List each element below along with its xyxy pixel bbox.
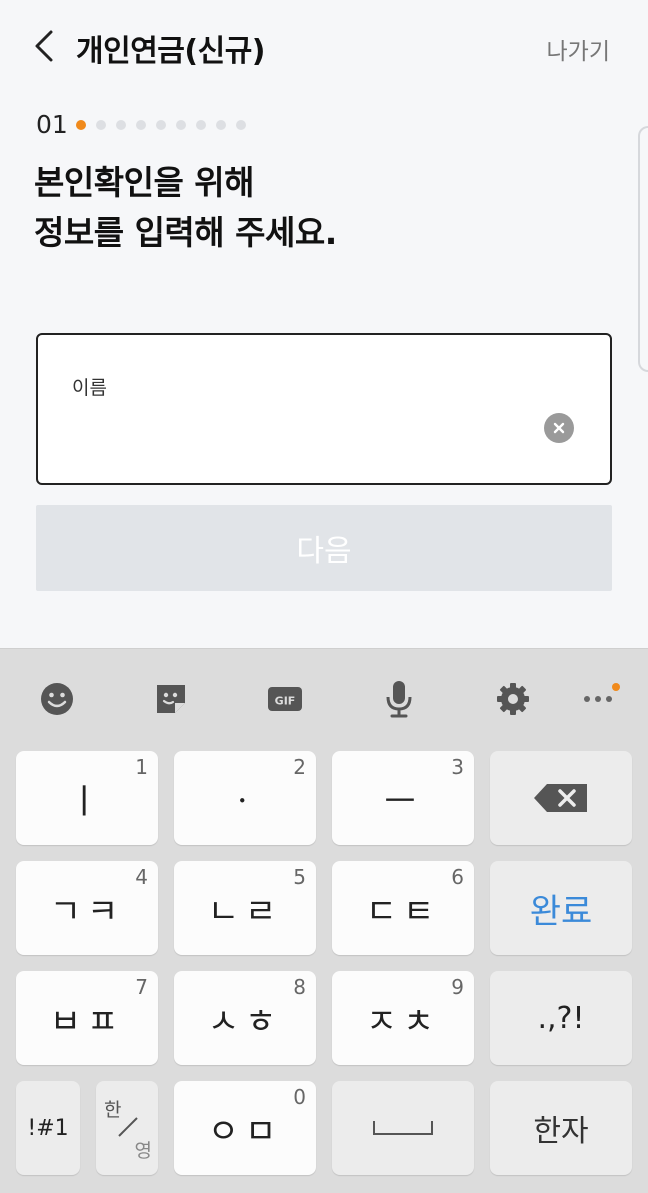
step-dot: [135, 119, 146, 130]
keyboard-toolbar: GIF: [0, 649, 648, 749]
key-number: 8: [293, 975, 306, 999]
step-dot: [95, 119, 106, 130]
key-number: 5: [293, 865, 306, 889]
key-number: 4: [135, 865, 148, 889]
key-label: ㄴㄹ: [207, 891, 283, 932]
key-label: 한자: [533, 1114, 589, 1149]
scroll-edge-indicator: [638, 126, 648, 372]
step-dot: [235, 119, 246, 130]
key-number: 0: [293, 1085, 306, 1109]
keyboard: GIF 1 ㅣ 2 ㆍ 3 ㅡ 4 ㄱㅋ 5 ㄴㄹ 6 ㄷㅌ 완료 7 ㅂㅍ 8…: [0, 648, 648, 1193]
key-8[interactable]: 8 ㅅㅎ: [174, 971, 316, 1065]
language-switch-key[interactable]: 한 영: [96, 1081, 158, 1175]
key-number: 3: [451, 755, 464, 779]
key-label: ㅣ: [68, 781, 106, 822]
top-bar: 개인연금(신규) 나가기: [0, 0, 648, 92]
key-label: !#1: [27, 1115, 69, 1141]
svg-text:GIF: GIF: [275, 695, 296, 708]
next-button[interactable]: 다음: [36, 505, 612, 591]
key-9[interactable]: 9 ㅈㅊ: [332, 971, 474, 1065]
gif-icon[interactable]: GIF: [265, 679, 305, 719]
key-3[interactable]: 3 ㅡ: [332, 751, 474, 845]
step-dot: [155, 119, 166, 130]
headline: 본인확인을 위해 정보를 입력해 주세요.: [34, 158, 337, 258]
key-label: ㄱㅋ: [49, 891, 125, 932]
key-label: .,?!: [537, 1000, 585, 1036]
key-number: 7: [135, 975, 148, 999]
emoji-icon[interactable]: [37, 679, 77, 719]
key-7[interactable]: 7 ㅂㅍ: [16, 971, 158, 1065]
space-icon: [373, 1121, 433, 1135]
step-dot: [215, 119, 226, 130]
step-number: 01: [36, 110, 68, 139]
key-6[interactable]: 6 ㄷㅌ: [332, 861, 474, 955]
backspace-key[interactable]: [490, 751, 632, 845]
close-icon: [553, 422, 565, 434]
sticker-icon[interactable]: [151, 679, 191, 719]
key-label: 완료: [529, 891, 593, 932]
key-label: ㄷㅌ: [365, 891, 441, 932]
clear-input-button[interactable]: [544, 413, 574, 443]
step-dot: [115, 119, 126, 130]
done-key[interactable]: 완료: [490, 861, 632, 955]
key-4[interactable]: 4 ㄱㅋ: [16, 861, 158, 955]
key-1[interactable]: 1 ㅣ: [16, 751, 158, 845]
key-number: 6: [451, 865, 464, 889]
chevron-left-icon: [35, 30, 53, 62]
notification-dot: [612, 683, 620, 691]
settings-icon[interactable]: [493, 679, 533, 719]
exit-button[interactable]: 나가기: [547, 32, 610, 66]
step-dot: [175, 119, 186, 130]
key-label: ㅇㅁ: [207, 1111, 283, 1152]
page-title: 개인연금(신규): [76, 34, 266, 69]
lang-secondary: 영: [134, 1140, 152, 1162]
headline-line-2: 정보를 입력해 주세요.: [34, 213, 337, 252]
key-5[interactable]: 5 ㄴㄹ: [174, 861, 316, 955]
key-label: ㅈㅊ: [365, 1001, 441, 1042]
step-dot-active: [75, 119, 86, 130]
name-input[interactable]: [72, 413, 532, 457]
step-dot: [195, 119, 206, 130]
microphone-icon[interactable]: [379, 679, 419, 719]
key-label: ㆍ: [226, 781, 264, 822]
symbols-key[interactable]: !#1: [16, 1081, 80, 1175]
hanja-key[interactable]: 한자: [490, 1081, 632, 1175]
key-label: ㅂㅍ: [49, 1001, 125, 1042]
key-label: ㅅㅎ: [207, 1001, 283, 1042]
name-field-label: 이름: [72, 377, 107, 399]
key-number: 2: [293, 755, 306, 779]
key-number: 1: [135, 755, 148, 779]
key-2[interactable]: 2 ㆍ: [174, 751, 316, 845]
back-button[interactable]: [22, 24, 66, 68]
key-label: ㅡ: [384, 781, 422, 822]
headline-line-1: 본인확인을 위해: [34, 163, 255, 202]
step-indicator: 01: [36, 110, 246, 139]
punctuation-key[interactable]: .,?!: [490, 971, 632, 1065]
name-field[interactable]: 이름: [36, 333, 612, 485]
backspace-icon: [534, 784, 587, 812]
key-number: 9: [451, 975, 464, 999]
key-0[interactable]: 0 ㅇㅁ: [174, 1081, 316, 1175]
space-key[interactable]: [332, 1081, 474, 1175]
